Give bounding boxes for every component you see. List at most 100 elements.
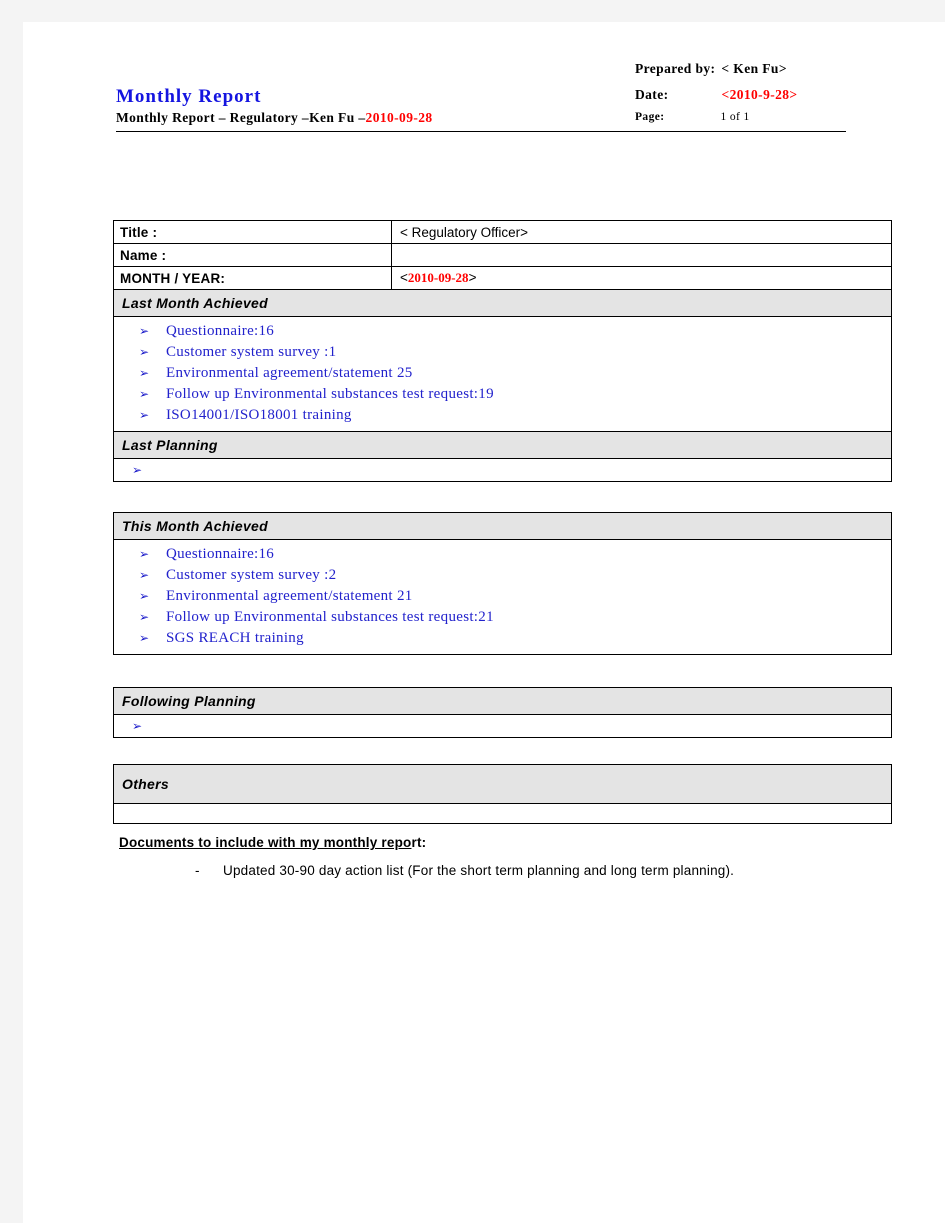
list-item-label: Questionnaire:16 [166,323,275,339]
page-title: Monthly Report [116,86,262,107]
this-month-achieved-list[interactable]: ➢ Questionnaire:16 ➢ Customer system sur… [113,539,892,655]
title-value-text: < Regulatory Officer> [400,224,529,240]
table-row: ➢ Questionnaire:16 ➢ Customer system sur… [113,539,892,655]
arrow-bullet-icon: ➢ [139,408,150,422]
name-value-cell[interactable] [391,243,892,267]
list-item-label: Follow up Environmental substances test … [166,609,494,625]
arrow-bullet-icon: ➢ [139,345,150,359]
spacer-before-following-planning [112,655,912,687]
table-row: ➢ [113,458,892,482]
prepared-by-row: Prepared by: < Ken Fu> [635,61,895,77]
section-heading-this-month-achieved: This Month Achieved [113,512,892,540]
document-header: Monthly Report Monthly Report – Regulato… [112,60,912,138]
list-item: ➢ [114,461,891,479]
section-heading-others: Others [113,764,892,804]
report-info-table: Title : < Regulatory Officer> Name : MON… [113,220,892,482]
dash-bullet-icon: - [195,863,200,878]
arrow-bullet-icon: ➢ [139,631,150,645]
page-value: 1 of 1 [720,111,750,123]
arrow-bullet-icon: ➢ [139,324,150,338]
table-row: ➢ Questionnaire:16 ➢ Customer system sur… [113,316,892,432]
list-item: ➢ Customer system survey :1 [114,342,891,363]
header-subtitle-text: Monthly Report – Regulatory –Ken Fu – [116,110,366,125]
arrow-bullet-icon: ➢ [139,589,150,603]
documents-heading-underlined: Documents to include with my monthly rep… [119,835,412,850]
section-heading-following-planning: Following Planning [113,687,892,715]
spacer-before-others [112,738,912,764]
date-row: Date: <2010-9-28> [635,87,895,103]
date-label: Date: [635,87,669,102]
month-year-close-angle: > [468,270,477,285]
table-row: MONTH / YEAR: <2010-09-28> [113,266,892,290]
documents-note-row: - Updated 30-90 day action list (For the… [195,863,912,878]
page-label: Page: [635,111,665,123]
header-right-block: Prepared by: < Ken Fu> Date: <2010-9-28>… [635,60,895,123]
this-month-achieved-table: This Month Achieved ➢ Questionnaire:16 ➢… [113,512,892,655]
page-number-row: Page: 1 of 1 [635,111,895,123]
table-row: Others [113,764,892,804]
following-planning-list[interactable]: ➢ [113,714,892,738]
list-item-label: ISO14001/ISO18001 training [166,407,352,423]
list-item: ➢ Environmental agreement/statement 21 [114,586,891,607]
list-item-label: SGS REACH training [166,630,304,646]
last-planning-list[interactable]: ➢ [113,458,892,482]
others-table: Others [113,764,892,824]
list-item-label: Questionnaire:16 [166,546,275,562]
header-subtitle: Monthly Report – Regulatory –Ken Fu –201… [116,110,582,126]
list-item: ➢ ISO14001/ISO18001 training [114,405,891,426]
arrow-bullet-icon: ➢ [139,568,150,582]
arrow-bullet-icon: ➢ [139,366,150,380]
arrow-bullet-icon: ➢ [139,610,150,624]
list-item: ➢ Customer system survey :2 [114,565,891,586]
list-item-label: Environmental agreement/statement 25 [166,365,413,381]
last-month-achieved-list[interactable]: ➢ Questionnaire:16 ➢ Customer system sur… [113,316,892,432]
list-item: ➢ Questionnaire:16 [114,321,891,342]
header-divider [116,131,846,132]
month-year-value-cell[interactable]: <2010-09-28> [391,266,892,290]
title-label-cell: Title : [113,220,392,244]
table-row [113,803,892,824]
documents-heading-tail: rt: [411,835,427,850]
arrow-bullet-icon: ➢ [139,547,150,561]
date-value: <2010-9-28> [721,87,798,102]
list-item-label: Environmental agreement/statement 21 [166,588,413,604]
documents-heading: Documents to include with my monthly rep… [119,835,912,850]
section-heading-last-month-achieved: Last Month Achieved [113,289,892,317]
list-item-label: Customer system survey :1 [166,344,337,360]
month-year-open-angle: < [400,270,408,285]
following-planning-table: Following Planning ➢ [113,687,892,738]
table-row: Title : < Regulatory Officer> [113,220,892,244]
list-item: ➢ Questionnaire:16 [114,544,891,565]
title-value-cell[interactable]: < Regulatory Officer> [391,220,892,244]
list-item: ➢ Environmental agreement/statement 25 [114,363,891,384]
documents-note-text: Updated 30-90 day action list (For the s… [223,863,735,878]
list-item: ➢ Follow up Environmental substances tes… [114,384,891,405]
table-row: ➢ [113,714,892,738]
list-item: ➢ [114,717,891,735]
list-item: ➢ Follow up Environmental substances tes… [114,607,891,628]
document-page: Monthly Report Monthly Report – Regulato… [23,22,945,1223]
spacer-before-this-month [112,482,912,512]
arrow-bullet-icon: ➢ [139,387,150,401]
document-body: Monthly Report Monthly Report – Regulato… [112,60,912,878]
header-left-block: Monthly Report Monthly Report – Regulato… [112,60,582,126]
prepared-by-value: < Ken Fu> [721,61,787,76]
list-item: ➢ SGS REACH training [114,628,891,649]
month-year-label-cell: MONTH / YEAR: [113,266,392,290]
table-row: Following Planning [113,687,892,715]
month-year-value-text: 2010-09-28 [407,270,469,285]
header-subtitle-date: 2010-09-28 [365,110,433,125]
table-row: Name : [113,243,892,267]
list-item-label: Follow up Environmental substances test … [166,386,494,402]
table-row: This Month Achieved [113,512,892,540]
spacer-after-header [112,138,912,220]
section-heading-last-planning: Last Planning [113,431,892,459]
arrow-bullet-icon: ➢ [132,463,143,477]
list-item-label: Customer system survey :2 [166,567,337,583]
prepared-by-label: Prepared by: [635,61,716,76]
arrow-bullet-icon: ➢ [132,719,143,733]
name-label-cell: Name : [113,243,392,267]
table-row: Last Month Achieved [113,289,892,317]
others-body-cell[interactable] [113,803,892,824]
table-row: Last Planning [113,431,892,459]
